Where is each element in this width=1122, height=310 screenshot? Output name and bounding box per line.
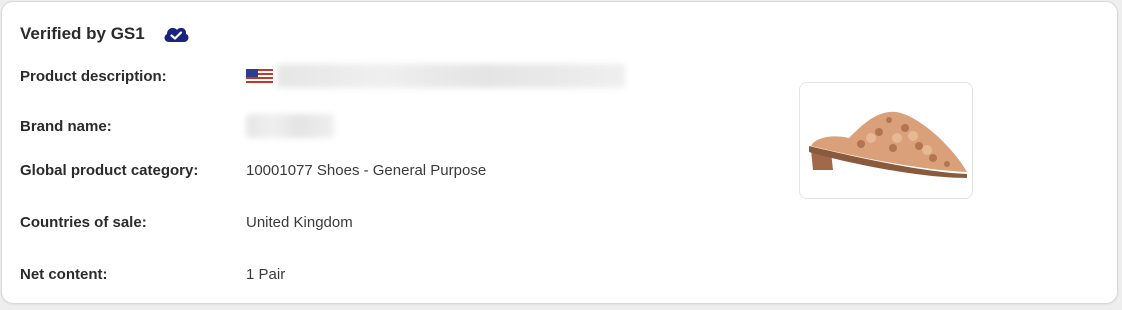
shoe-product-image: [809, 111, 967, 178]
field-global-product-category: Global product category: 10001077 Shoes …: [20, 159, 486, 181]
field-value: [246, 64, 625, 88]
field-product-description: Product description:: [20, 64, 625, 88]
redacted-brand: [246, 114, 334, 138]
field-countries-of-sale: Countries of sale: United Kingdom: [20, 211, 353, 233]
field-value: 1 Pair: [246, 265, 286, 283]
field-label: Brand name:: [20, 117, 112, 135]
redacted-description: [277, 64, 625, 88]
cloud-check-icon: [161, 22, 191, 46]
field-label: Net content:: [20, 265, 108, 283]
card-title: Verified by GS1: [20, 22, 191, 46]
field-value: United Kingdom: [246, 213, 353, 231]
product-image: [799, 82, 973, 199]
us-flag-icon: [246, 69, 273, 83]
field-net-content: Net content: 1 Pair: [20, 263, 285, 285]
field-value: 10001077 Shoes - General Purpose: [246, 161, 487, 179]
field-value: [246, 114, 334, 138]
verified-product-card: Verified by GS1 Product description: Bra…: [1, 1, 1118, 304]
field-label: Global product category:: [20, 161, 199, 179]
card-title-text: Verified by GS1: [20, 24, 145, 43]
field-brand-name: Brand name:: [20, 114, 334, 138]
field-label: Countries of sale:: [20, 213, 147, 231]
field-label: Product description:: [20, 67, 167, 85]
